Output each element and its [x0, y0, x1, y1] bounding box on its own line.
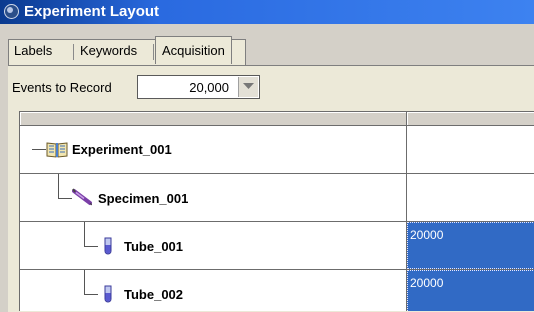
tree-connector	[84, 222, 85, 247]
tab-acquisition[interactable]: Acquisition	[155, 36, 232, 64]
events-to-record-label: Events to Record	[12, 80, 112, 95]
cell-value: 20000	[410, 228, 444, 242]
tree-connector	[32, 149, 46, 150]
tree-cell[interactable]: Tube_002	[20, 270, 407, 311]
tab-keywords[interactable]: Keywords	[80, 39, 137, 63]
window-title: Experiment Layout	[24, 3, 160, 20]
value-cell[interactable]	[407, 174, 534, 221]
tab-separator	[73, 44, 74, 60]
value-cell[interactable]	[407, 126, 534, 173]
tree-node-label[interactable]: Specimen_001	[98, 191, 188, 206]
tree-connector	[58, 198, 72, 199]
cell-value: 20000	[410, 276, 444, 290]
tree-row-tube-001[interactable]: Tube_001 20000	[20, 222, 534, 270]
experiment-tree-grid[interactable]: Experiment_001 Specimen_001 Tube_001 200…	[19, 111, 534, 311]
tree-connector	[84, 294, 98, 295]
value-cell-selected[interactable]: 20000	[407, 270, 534, 311]
tree-cell[interactable]: Specimen_001	[20, 174, 407, 221]
tree-row-experiment[interactable]: Experiment_001	[20, 126, 534, 174]
events-to-record-value[interactable]: 20,000	[189, 80, 229, 95]
tree-row-tube-002[interactable]: Tube_002 20000	[20, 270, 534, 311]
test-tube-icon	[104, 285, 112, 303]
chevron-down-icon	[243, 83, 254, 89]
app-icon	[4, 4, 19, 19]
events-to-record-combo[interactable]: 20,000	[137, 75, 260, 99]
tab-separator	[153, 44, 154, 60]
tree-cell[interactable]: Tube_001	[20, 222, 407, 269]
tree-node-label[interactable]: Experiment_001	[72, 142, 172, 157]
dropdown-button[interactable]	[238, 77, 258, 97]
tree-connector	[84, 270, 85, 295]
window-titlebar: Experiment Layout	[0, 0, 534, 24]
book-icon	[46, 142, 68, 158]
column-header-name[interactable]	[20, 112, 407, 125]
test-tube-icon	[104, 237, 112, 255]
tree-node-label[interactable]: Tube_001	[124, 239, 183, 254]
tree-row-specimen[interactable]: Specimen_001	[20, 174, 534, 222]
syringe-icon	[72, 188, 92, 206]
tree-connector	[58, 174, 59, 199]
tab-labels[interactable]: Labels	[14, 39, 52, 63]
tree-cell[interactable]: Experiment_001	[20, 126, 407, 173]
tree-connector	[84, 246, 98, 247]
tree-node-label[interactable]: Tube_002	[124, 287, 183, 302]
value-cell-selected[interactable]: 20000	[407, 222, 534, 269]
grid-header	[20, 112, 534, 126]
column-header-value[interactable]	[407, 112, 534, 125]
